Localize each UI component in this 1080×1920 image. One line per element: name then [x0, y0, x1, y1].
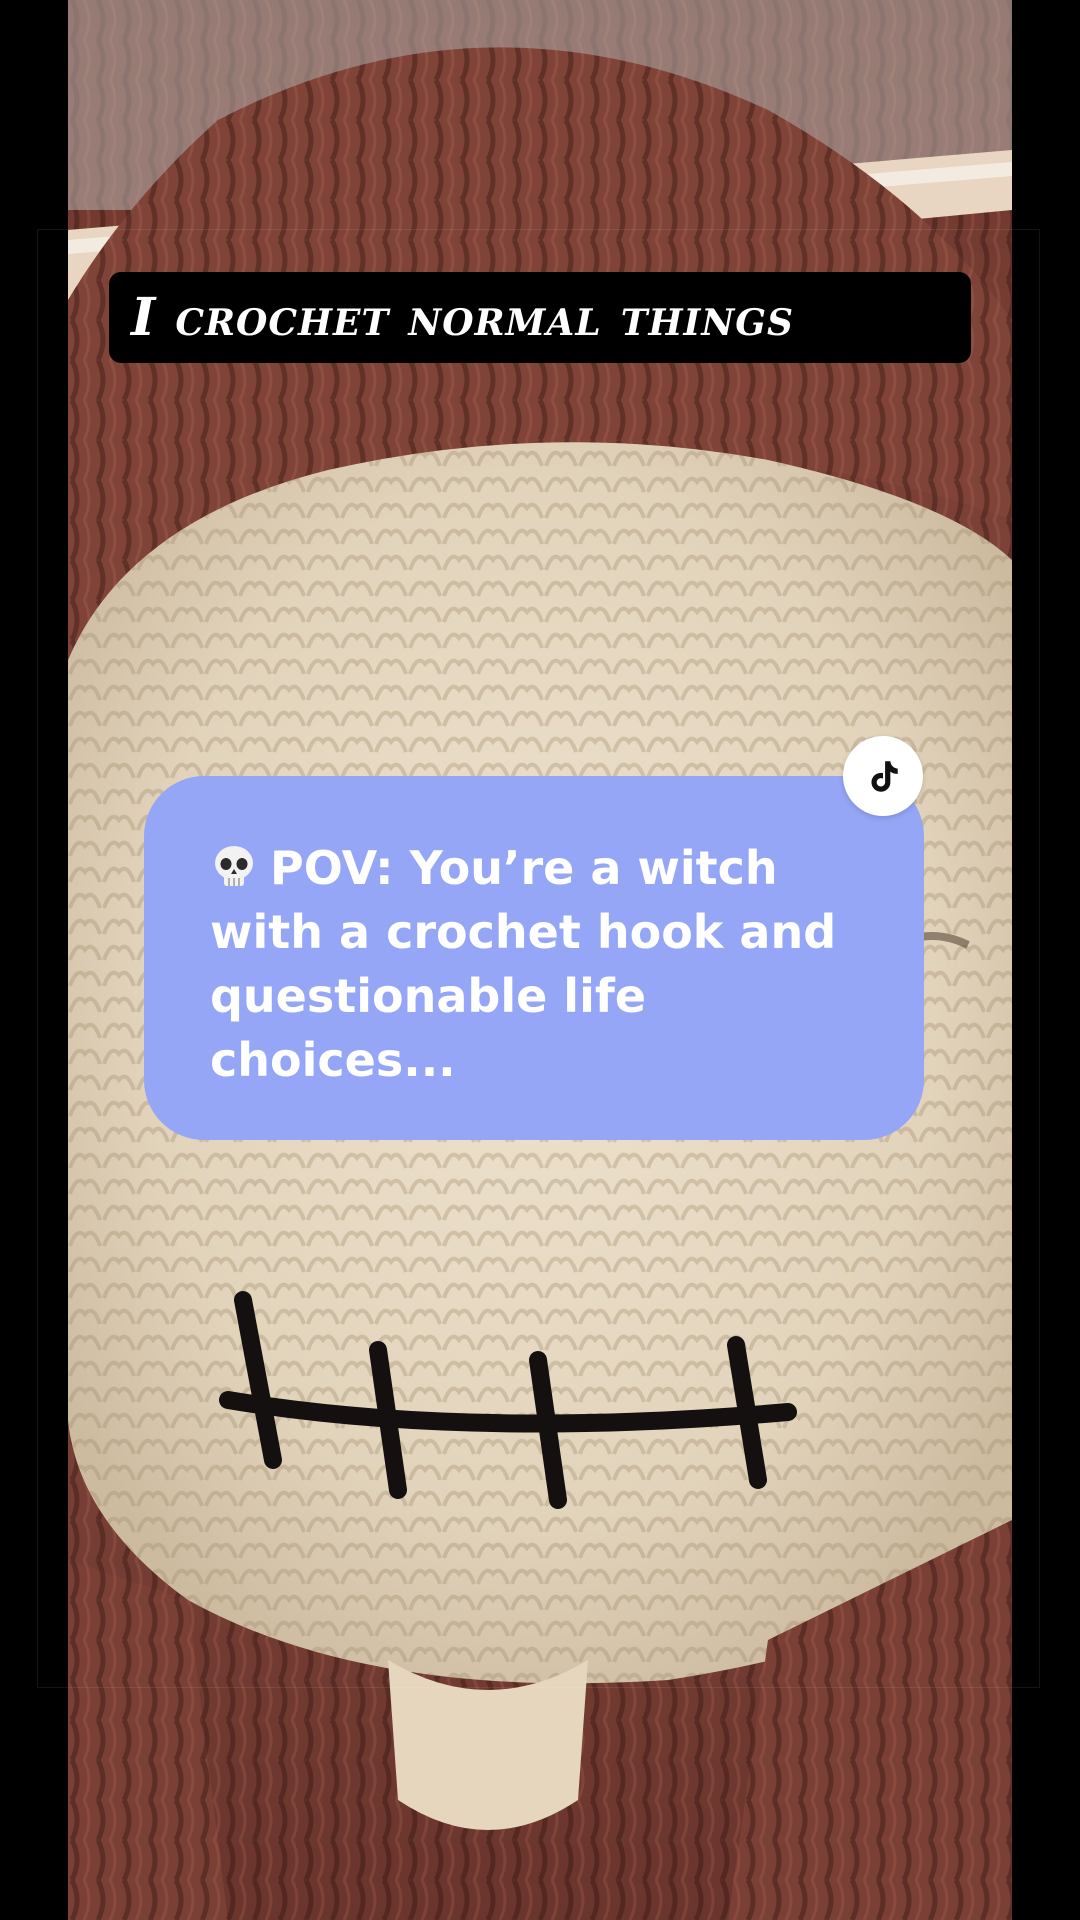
question-text: POV: You’re a witch with a crochet hook …: [210, 836, 884, 1092]
question-body: POV: You’re a witch with a crochet hook …: [210, 841, 837, 1087]
caption-text: I crochet normal things: [131, 287, 795, 348]
tiktok-logo-badge[interactable]: [843, 736, 923, 816]
tiktok-logo-icon: [871, 761, 898, 792]
video-caption-banner: I crochet normal things: [109, 272, 971, 363]
skull-icon: [210, 842, 258, 890]
question-card[interactable]: POV: You’re a witch with a crochet hook …: [144, 776, 924, 1140]
